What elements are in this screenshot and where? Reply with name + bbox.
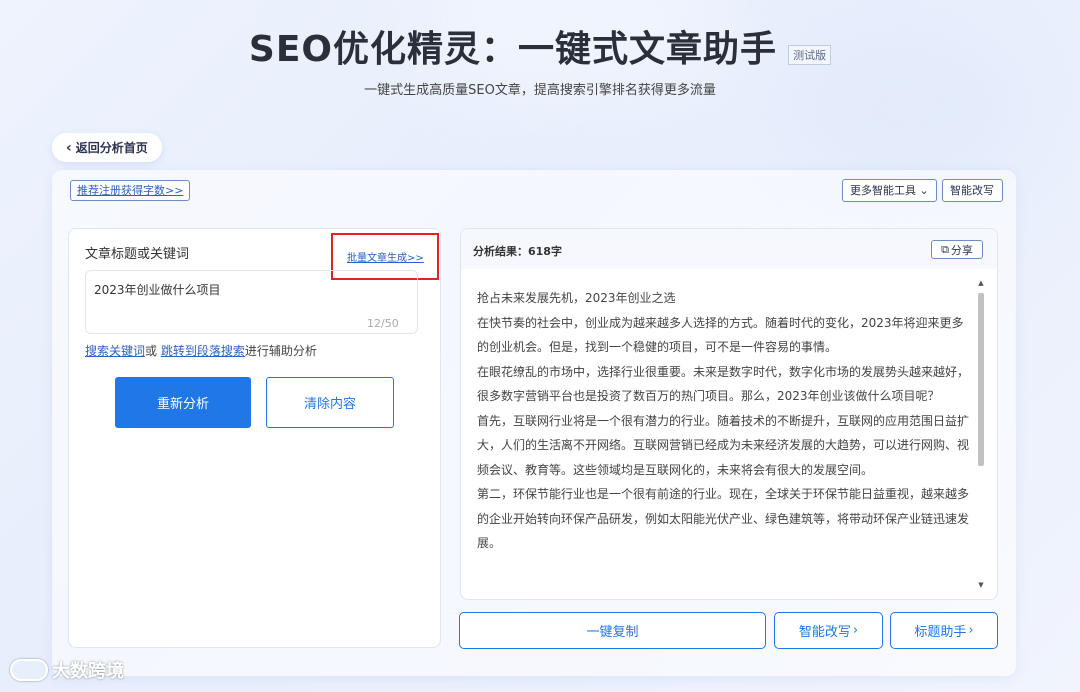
helper-conj: 或 xyxy=(145,344,158,358)
share-icon: ⧉ xyxy=(941,242,949,256)
title-helper-label: 标题助手 xyxy=(914,625,967,640)
copy-button[interactable]: 一键复制 xyxy=(459,612,766,649)
more-tools-dropdown[interactable]: 更多智能工具 ⌄ xyxy=(842,179,937,202)
back-button[interactable]: ‹ 返回分析首页 xyxy=(52,133,162,162)
page-title: SEO优化精灵：一键式文章助手 xyxy=(248,29,778,70)
watermark: 大数跨境 xyxy=(10,657,124,683)
watermark-logo-icon xyxy=(10,659,48,681)
result-paragraph: 在眼花缭乱的市场中，选择行业很重要。未来是数字时代，数字化市场的发展势头越来越好… xyxy=(477,364,970,404)
helper-suffix: 进行辅助分析 xyxy=(244,344,317,358)
chevron-right-icon: › xyxy=(852,623,859,638)
result-header: 分析结果：618字 ⧉ 分享 xyxy=(461,229,997,269)
result-paragraph: 首先，互联网行业将是一个很有潜力的行业。随着技术的不断提升，互联网的应用范围日益… xyxy=(477,413,970,477)
page-header: SEO优化精灵：一键式文章助手 测试版 xyxy=(0,20,1080,72)
helper-text: 搜索关键词或 跳转到段落搜索进行辅助分析 xyxy=(85,342,317,359)
search-keyword-link[interactable]: 搜索关键词 xyxy=(85,344,145,358)
result-panel: 分析结果：618字 ⧉ 分享 抢占未来发展先机，2023年创业之选 在快节奏的社… xyxy=(460,228,998,600)
smart-rewrite-label: 智能改写 xyxy=(798,625,851,640)
batch-generate-link[interactable]: 批量文章生成>> xyxy=(347,249,424,264)
keyword-label: 文章标题或关键词 xyxy=(85,247,190,262)
register-link[interactable]: 推荐注册获得字数>> xyxy=(70,180,191,201)
smart-rewrite-button[interactable]: 智能改写 › xyxy=(774,612,883,649)
scroll-up-icon[interactable]: ▲ xyxy=(976,279,986,289)
beta-badge: 测试版 xyxy=(788,45,832,65)
result-paragraph: 抢占未来发展先机，2023年创业之选 xyxy=(477,291,676,305)
page-subtitle: 一键式生成高质量SEO文章，提高搜索引擎排名获得更多流量 xyxy=(364,83,716,98)
result-paragraph: 第二，环保节能行业也是一个很有前途的行业。现在，全球关于环保节能日益重视，越来越… xyxy=(477,487,970,550)
result-paragraph: 在快节奏的社会中，创业成为越来越多人选择的方式。随着时代的变化，2023年将迎来… xyxy=(477,315,964,355)
title-helper-button[interactable]: 标题助手 › xyxy=(890,612,998,649)
paragraph-search-link[interactable]: 跳转到段落搜索 xyxy=(161,344,245,358)
result-text: 抢占未来发展先机，2023年创业之选 在快节奏的社会中，创业成为越来越多人选择的… xyxy=(477,286,971,586)
more-tools-label: 更多智能工具 xyxy=(850,184,916,197)
main-card: 推荐注册获得字数>> 更多智能工具 ⌄ 智能改写 文章标题或关键词 批量文章生成… xyxy=(52,170,1016,676)
chevron-right-icon: › xyxy=(968,623,974,638)
chevron-down-icon: ⌄ xyxy=(919,184,929,197)
scroll-thumb[interactable] xyxy=(978,293,984,466)
result-scrollbar[interactable]: ▲ ▼ xyxy=(976,279,986,591)
char-counter: 12/50 xyxy=(367,317,399,330)
result-status: 分析结果：618字 xyxy=(473,245,562,258)
share-button[interactable]: ⧉ 分享 xyxy=(931,240,983,259)
back-button-label: 返回分析首页 xyxy=(75,141,148,155)
chevron-left-icon: ‹ xyxy=(66,139,72,156)
scroll-down-icon[interactable]: ▼ xyxy=(976,581,986,591)
watermark-text: 大数跨境 xyxy=(52,661,124,682)
input-panel: 文章标题或关键词 批量文章生成>> 2023年创业做什么项目 12/50 搜索关… xyxy=(68,228,441,648)
toolbar: 推荐注册获得字数>> 更多智能工具 ⌄ 智能改写 xyxy=(52,170,1016,210)
share-label: 分享 xyxy=(950,243,973,257)
clear-button[interactable]: 清除内容 xyxy=(266,377,394,428)
reanalyze-button[interactable]: 重新分析 xyxy=(115,377,251,428)
smart-rewrite-tool-button[interactable]: 智能改写 xyxy=(942,179,1003,202)
